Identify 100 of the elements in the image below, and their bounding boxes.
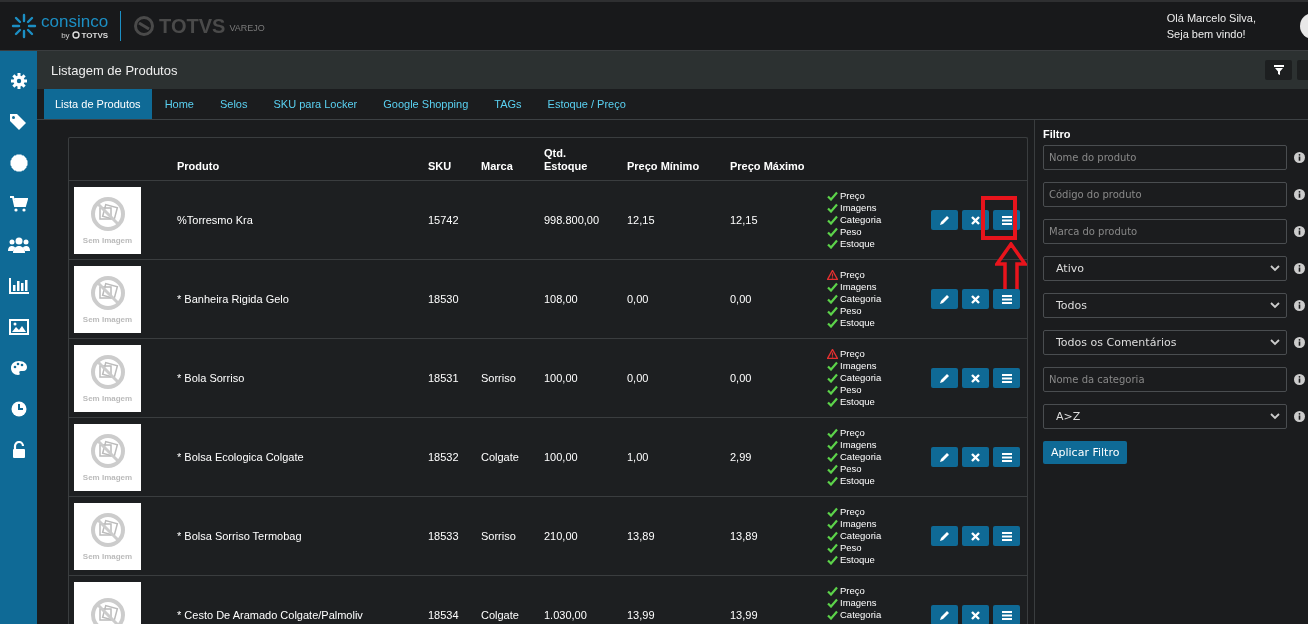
min-price-cell: 0,00: [627, 293, 649, 305]
min-price-cell: 13,99: [627, 609, 655, 621]
delete-button[interactable]: [962, 289, 989, 309]
tab[interactable]: Selos: [206, 89, 261, 119]
no-image-label: Sem Imagem: [82, 393, 133, 403]
check-label: Categoria: [840, 451, 882, 463]
min-price-cell: 1,00: [627, 451, 649, 463]
menu-icon: [1001, 610, 1012, 620]
delete-button[interactable]: [962, 526, 989, 546]
menu-button[interactable]: [993, 368, 1020, 388]
bar-chart-icon[interactable]: [8, 277, 29, 294]
unlock-icon[interactable]: [11, 440, 26, 459]
sunburst-logo-icon: [10, 12, 38, 40]
check-label: Categoria: [840, 293, 882, 305]
apply-filter-button[interactable]: Aplicar Filtro: [1043, 441, 1128, 464]
users-icon[interactable]: [7, 236, 30, 253]
info-icon[interactable]: [1294, 411, 1305, 422]
filter-title: Filtro: [1043, 128, 1071, 140]
no-image-label: Sem Imagem: [82, 472, 133, 482]
info-icon[interactable]: [1294, 263, 1305, 274]
min-price-cell: 13,89: [627, 530, 655, 542]
menu-icon: [1001, 373, 1012, 383]
dropdown[interactable]: Ativo: [1043, 256, 1287, 281]
cart-icon[interactable]: [9, 195, 28, 212]
brand-cell: Sorriso: [481, 372, 516, 384]
check-label: Categoria: [840, 609, 882, 621]
edit-button[interactable]: [931, 526, 958, 546]
close-icon: [971, 531, 980, 541]
edit-button[interactable]: [931, 447, 958, 467]
info-icon[interactable]: [1294, 374, 1305, 385]
column-header: Qtd. Estoque: [544, 147, 589, 173]
delete-button[interactable]: [962, 368, 989, 388]
info-icon[interactable]: [1294, 189, 1305, 200]
menu-icon: [1001, 531, 1012, 541]
edit-button[interactable]: [931, 368, 958, 388]
sku-cell: 18533: [428, 530, 459, 542]
brand-cell: Colgate: [481, 451, 519, 463]
menu-icon: [1001, 215, 1012, 225]
menu-button[interactable]: [993, 447, 1020, 467]
check-label: Preço: [840, 585, 865, 597]
close-icon: [971, 294, 980, 304]
check-label: Peso: [840, 305, 862, 317]
input-field[interactable]: Nome do produto: [1043, 145, 1287, 170]
tab[interactable]: TAGs: [481, 89, 535, 119]
no-image-icon: [89, 597, 126, 624]
check-label: Imagens: [840, 439, 877, 451]
edit-button[interactable]: [931, 210, 958, 230]
min-price-cell: 0,00: [627, 372, 649, 384]
product-name: * Banheira Rigida Gelo: [177, 293, 289, 305]
input-field[interactable]: Nome da categoria: [1043, 367, 1287, 392]
pencil-icon: [939, 531, 950, 541]
menu-button[interactable]: [993, 526, 1020, 546]
check-label: Preço: [840, 506, 865, 518]
max-price-cell: 13,99: [730, 609, 758, 621]
welcome-text: Seja bem vindo!: [1166, 27, 1247, 42]
logo-wordmark: consinco: [41, 12, 109, 31]
tags-icon[interactable]: [8, 112, 29, 131]
info-icon[interactable]: [1294, 226, 1305, 237]
stock-cell: 998.800,00: [544, 214, 600, 226]
info-icon[interactable]: [1294, 152, 1305, 163]
input-field[interactable]: Código do produto: [1043, 182, 1287, 207]
dropdown[interactable]: Todos os Comentários: [1043, 330, 1287, 355]
info-icon[interactable]: [1294, 300, 1305, 311]
clock-icon[interactable]: [9, 399, 28, 418]
brand-cell: Colgate: [481, 609, 519, 621]
dropdown[interactable]: A>Z: [1043, 404, 1287, 429]
no-image-icon: [89, 432, 126, 469]
pencil-icon: [939, 610, 950, 620]
delete-button[interactable]: [962, 605, 989, 624]
edit-button[interactable]: [931, 605, 958, 624]
dropdown[interactable]: Todos: [1043, 293, 1287, 318]
delete-button[interactable]: [962, 447, 989, 467]
edit-button[interactable]: [931, 289, 958, 309]
filter-button[interactable]: [1265, 60, 1292, 80]
check-label: Preço: [840, 269, 865, 281]
pencil-icon: [939, 215, 950, 225]
product-name: %Torresmo Kra: [177, 214, 253, 226]
tab[interactable]: Lista de Produtos: [44, 89, 152, 119]
check-label: Preço: [840, 190, 865, 202]
circle-logo-icon: [71, 31, 80, 39]
chevron-down-icon: [1270, 339, 1280, 346]
tab[interactable]: SKU para Locker: [260, 89, 371, 119]
check-label: Categoria: [840, 214, 882, 226]
image-icon[interactable]: [8, 318, 29, 335]
max-price-cell: 0,00: [730, 372, 752, 384]
tab[interactable]: Estoque / Preço: [534, 89, 639, 119]
check-label: Imagens: [840, 202, 877, 214]
tab[interactable]: Home: [151, 89, 207, 119]
close-icon: [971, 610, 980, 620]
menu-button[interactable]: [993, 605, 1020, 624]
check-label: Estoque: [840, 475, 875, 487]
palette-icon[interactable]: [9, 359, 28, 376]
menu-button[interactable]: [993, 289, 1020, 309]
menu-icon: [1001, 294, 1012, 304]
tab[interactable]: Google Shopping: [370, 89, 482, 119]
stock-cell: 108,00: [544, 293, 578, 305]
logo-suffix: VAREJO: [229, 23, 265, 33]
no-image-label: Sem Imagem: [82, 314, 133, 324]
info-icon[interactable]: [1294, 337, 1305, 348]
input-field[interactable]: Marca do produto: [1043, 219, 1287, 244]
